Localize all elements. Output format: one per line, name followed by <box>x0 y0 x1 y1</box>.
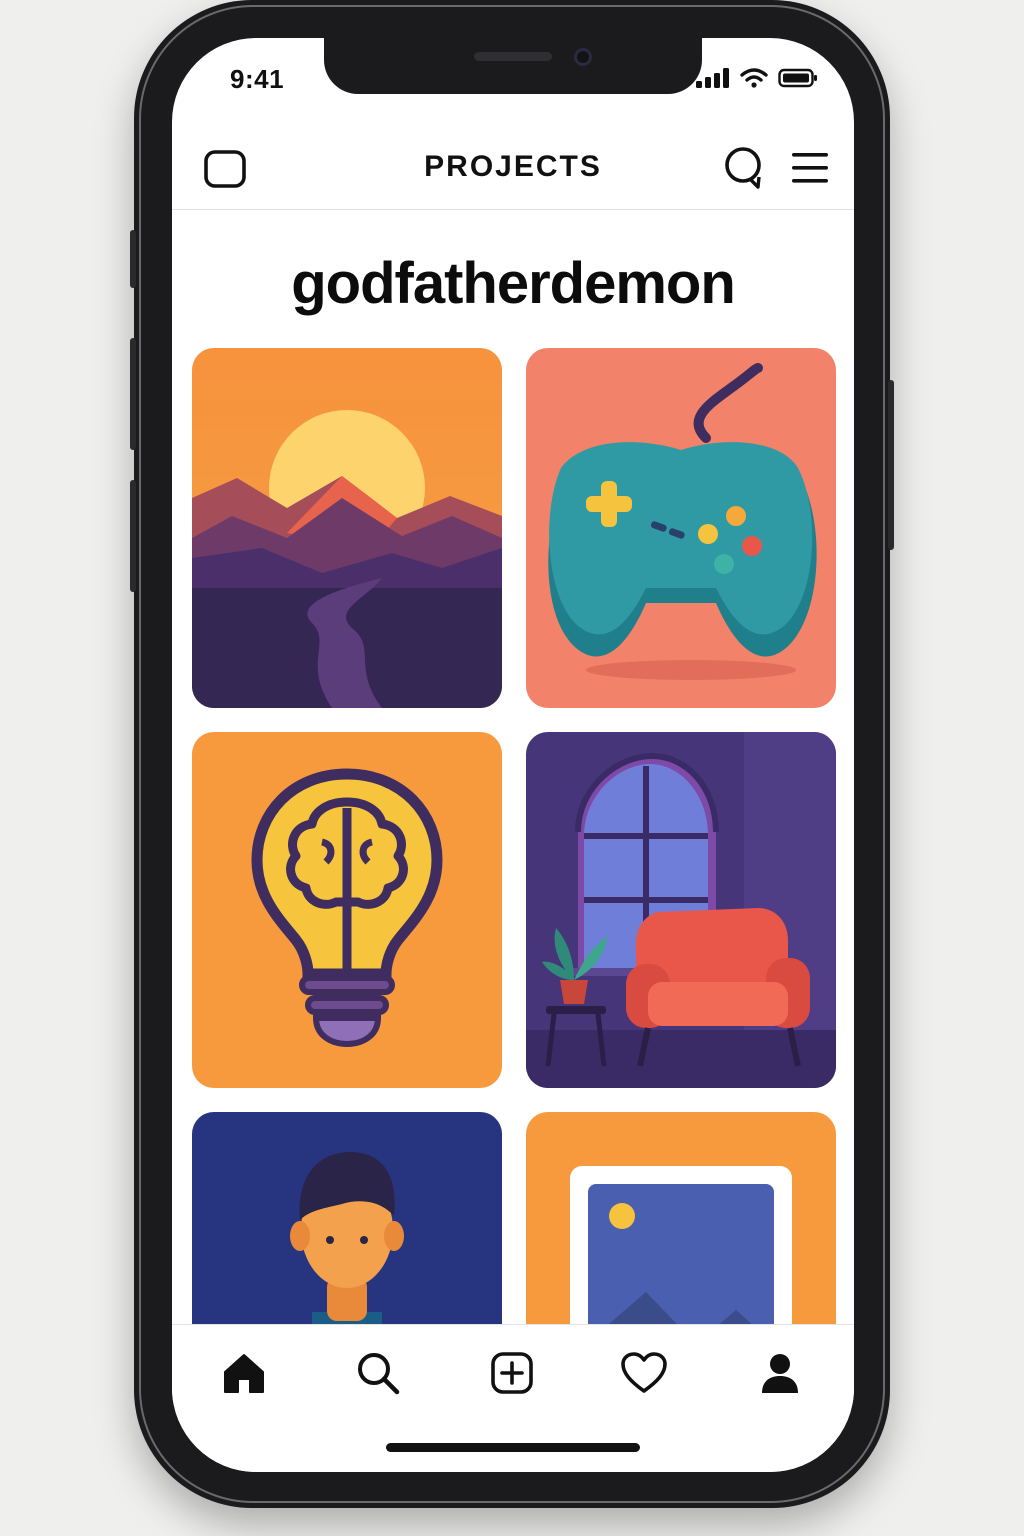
lightbulb-brain-icon <box>192 732 502 1088</box>
status-icons <box>696 68 818 88</box>
signal-icon <box>696 68 729 88</box>
battery-icon <box>778 68 817 88</box>
menu-icon[interactable] <box>784 142 836 194</box>
top-navigation-bar: PROJECTS <box>172 130 854 210</box>
armchair-room-icon <box>526 732 836 1088</box>
status-time: 9:41 <box>230 64 285 94</box>
speaker <box>474 52 552 61</box>
project-tile-ideas[interactable] <box>192 732 502 1088</box>
search-icon[interactable] <box>348 1343 408 1403</box>
phone-frame: 9:41 PROJECTS godfatherdemon <box>130 0 894 1508</box>
mute-switch <box>130 230 136 288</box>
project-tile-landscape[interactable] <box>192 348 502 708</box>
mountain-sunset-icon <box>192 348 502 708</box>
wifi-icon <box>740 68 768 88</box>
profile-icon[interactable] <box>750 1343 810 1403</box>
volume-up-button <box>130 338 136 450</box>
game-controller-icon <box>526 348 836 708</box>
heart-icon[interactable] <box>614 1343 674 1403</box>
front-camera <box>574 48 592 66</box>
project-tile-interior[interactable] <box>526 732 836 1088</box>
power-button <box>888 380 894 550</box>
add-post-icon[interactable] <box>482 1343 542 1403</box>
home-icon[interactable] <box>214 1343 274 1403</box>
chat-bubble-icon[interactable] <box>718 142 770 194</box>
project-tile-gaming[interactable] <box>526 348 836 708</box>
screen: 9:41 PROJECTS godfatherdemon <box>172 38 854 1472</box>
home-indicator[interactable] <box>386 1443 640 1452</box>
volume-down-button <box>130 480 136 592</box>
notch <box>324 38 702 94</box>
profile-username: godfatherdemon <box>291 251 736 316</box>
